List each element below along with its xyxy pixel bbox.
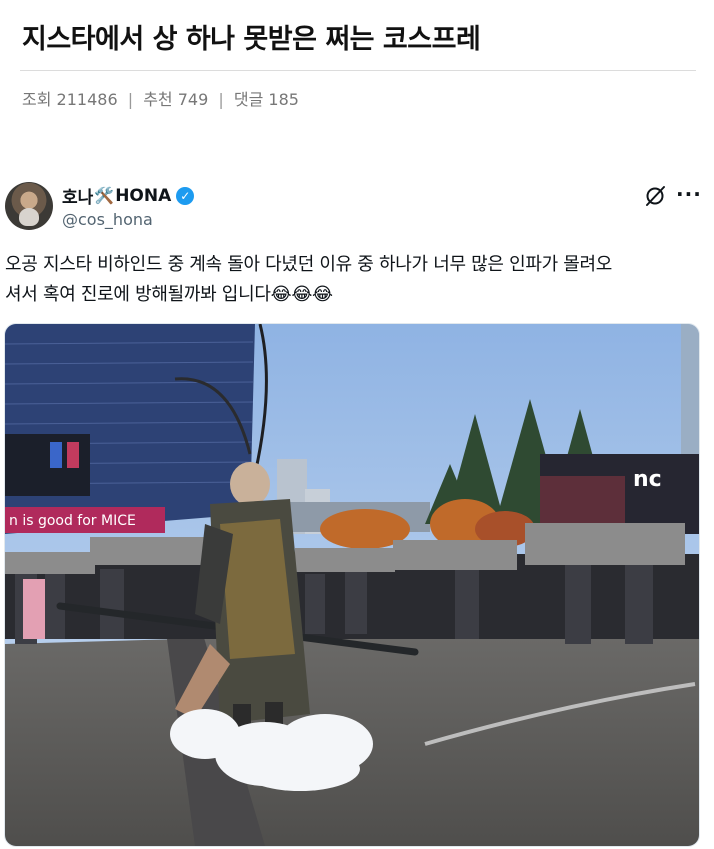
person-pink-skirt [23, 579, 45, 639]
tweet-author-name[interactable]: 호나 🛠️ HONA ✓ [62, 183, 195, 208]
glass-building [5, 324, 255, 534]
right-tower [681, 324, 699, 454]
tweet-handle[interactable]: @cos_hona [62, 210, 153, 229]
laughing-crying-emoji-icon: 😂😂😂 [270, 284, 334, 305]
recommend-count: 749 [177, 90, 209, 109]
tweet-text-line: 오공 지스타 비하인드 중 계속 돌아 다녔던 이유 중 하나가 너무 많은 인… [5, 254, 613, 275]
mice-banner-text: n is good for MICE [9, 513, 136, 529]
grok-slash-icon[interactable] [644, 185, 666, 207]
views-count: 211486 [56, 90, 118, 109]
screen-poster [67, 442, 79, 468]
author-name-prefix: 호나 [62, 188, 94, 208]
tweet-photo[interactable]: n is good for MICE nc [4, 323, 700, 847]
author-name-suffix: HONA [115, 185, 172, 206]
comments-count: 185 [268, 90, 299, 109]
meta-separator: | [127, 90, 134, 109]
post-title: 지스타에서 상 하나 못받은 쩌는 코스프레 [22, 24, 481, 55]
screen-poster [50, 442, 62, 468]
comments-label: 댓글 [233, 90, 264, 109]
nc-logo: nc [633, 467, 662, 492]
title-divider [20, 70, 696, 71]
more-options-icon[interactable]: ··· [676, 182, 702, 206]
hammer-wrench-icon: 🛠️ [94, 186, 115, 205]
post-meta: 조회 211486 | 추천 749 | 댓글 185 [22, 86, 299, 110]
cosplay-photo-scene: n is good for MICE nc [5, 324, 699, 846]
avatar[interactable] [5, 182, 53, 230]
avatar-beard [19, 208, 39, 226]
verified-badge-icon: ✓ [176, 186, 195, 205]
meta-separator: | [218, 90, 224, 109]
tweet-text-segment: 셔서 혹여 진로에 방해될까봐 입니다 [5, 284, 271, 305]
recommend-label: 추천 [143, 90, 173, 109]
tweet-body: 오공 지스타 비하인드 중 계속 돌아 다녔던 이유 중 하나가 너무 많은 인… [5, 250, 705, 310]
views-label: 조회 [22, 90, 52, 109]
tweet-text-line: 셔서 혹여 진로에 방해될까봐 입니다😂😂😂 [5, 280, 705, 310]
